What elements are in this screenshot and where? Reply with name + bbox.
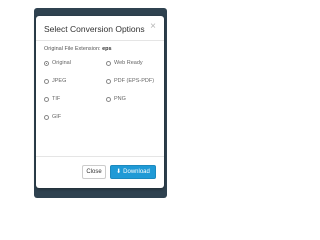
option-web-ready-label: Web Ready (114, 60, 143, 66)
dialog-footer: Close ⬇ Download (36, 156, 164, 189)
option-gif[interactable]: GIF (44, 113, 61, 121)
option-png-radio[interactable] (106, 96, 111, 102)
option-original-label: Original (52, 60, 71, 66)
option-jpeg-label: JPEG (52, 78, 67, 84)
file-extension-label: Original File Extension: (44, 46, 101, 52)
option-pdf-label: PDF (EPS-PDF) (114, 78, 155, 84)
option-web-ready[interactable]: Web Ready (106, 59, 143, 67)
download-arrow-icon: ⬇ (116, 169, 122, 175)
option-tif[interactable]: TIF (44, 95, 60, 103)
conversion-options-dialog: Select Conversion Options × Original Fil… (36, 16, 164, 188)
download-button[interactable]: ⬇ Download (110, 165, 156, 179)
original-file-extension: Original File Extension: eps (44, 46, 112, 53)
dialog-header: Select Conversion Options × (36, 16, 164, 41)
option-png[interactable]: PNG (106, 95, 126, 103)
option-pdf-radio[interactable] (106, 78, 111, 84)
option-jpeg-radio[interactable] (44, 78, 49, 84)
option-tif-radio[interactable] (44, 96, 49, 102)
option-web-ready-radio[interactable] (106, 60, 111, 66)
dialog-title: Select Conversion Options (44, 24, 145, 34)
option-gif-label: GIF (52, 114, 62, 120)
option-original[interactable]: Original (44, 59, 71, 67)
option-gif-radio[interactable] (44, 114, 49, 120)
option-pdf[interactable]: PDF (EPS-PDF) (106, 77, 154, 85)
download-button-label: Download (123, 169, 150, 175)
option-png-label: PNG (114, 96, 126, 102)
close-icon[interactable]: × (150, 22, 156, 32)
option-original-radio[interactable] (44, 60, 49, 66)
close-button[interactable]: Close (82, 165, 106, 179)
option-jpeg[interactable]: JPEG (44, 77, 66, 85)
file-extension-value: eps (102, 46, 112, 52)
option-tif-label: TIF (52, 96, 61, 102)
